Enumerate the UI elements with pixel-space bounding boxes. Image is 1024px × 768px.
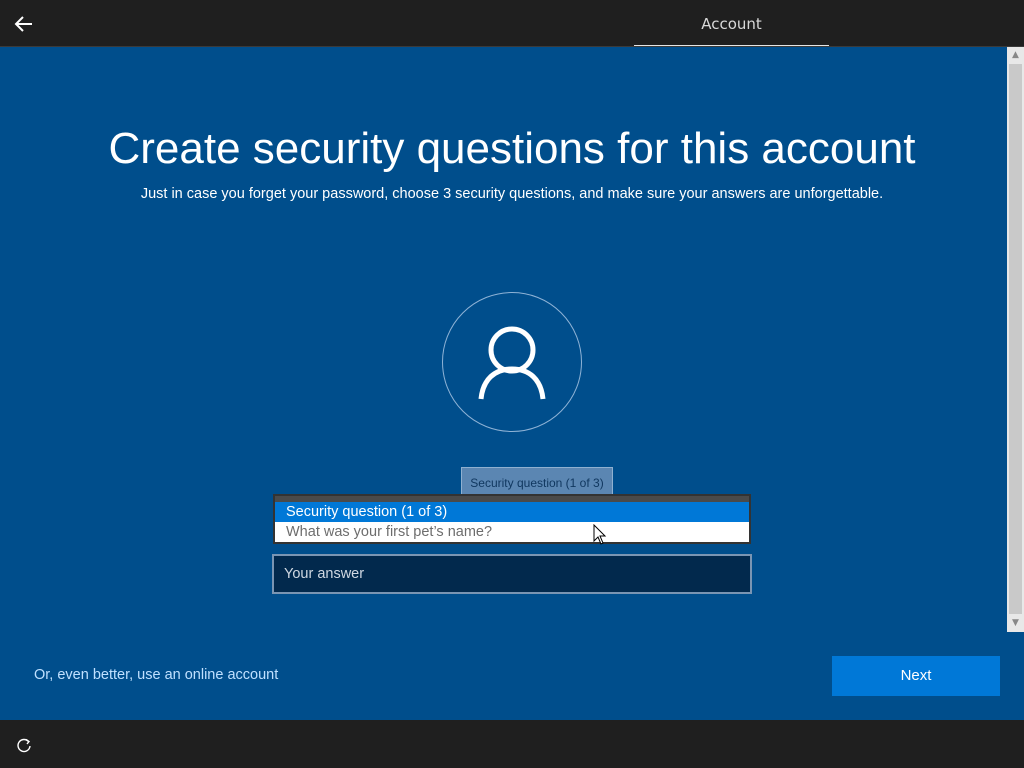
mouse-cursor-icon: [593, 524, 607, 545]
online-account-link[interactable]: Or, even better, use an online account: [34, 667, 278, 683]
tab-account: Account: [701, 15, 762, 33]
dropdown-option-selected[interactable]: Security question (1 of 3): [275, 502, 749, 522]
next-button[interactable]: Next: [832, 656, 1000, 696]
bottom-bar: [0, 720, 1024, 768]
user-icon: [478, 326, 546, 400]
top-bar: Account: [0, 0, 1024, 47]
security-question-dropdown[interactable]: Security question (1 of 3) What was your…: [273, 494, 751, 544]
back-arrow-icon[interactable]: [8, 8, 40, 40]
dropdown-option[interactable]: What was your first pet’s name?: [275, 522, 749, 542]
ease-of-access-icon[interactable]: [14, 736, 34, 756]
answer-input[interactable]: Your answer: [272, 554, 752, 594]
scroll-down-icon[interactable]: ▼: [1007, 615, 1024, 632]
scroll-up-icon[interactable]: ▲: [1007, 47, 1024, 64]
page-subtitle: Just in case you forget your password, c…: [140, 186, 884, 202]
tooltip: Security question (1 of 3): [461, 467, 613, 497]
page-title: Create security questions for this accou…: [108, 124, 916, 173]
avatar: [442, 292, 582, 432]
